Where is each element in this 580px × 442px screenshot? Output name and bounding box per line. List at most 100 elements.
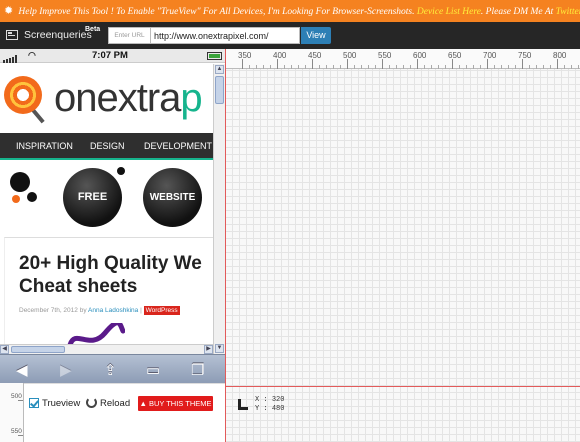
ruler-minor-tick (508, 65, 509, 69)
ruler-minor-tick (263, 65, 264, 69)
ruler-minor-tick (284, 65, 285, 69)
ios-status-bar: ◠ 7:07 PM (0, 49, 225, 63)
free-badge[interactable]: FREE (63, 168, 122, 227)
ruler-tick (487, 59, 488, 69)
reload-icon[interactable] (86, 397, 97, 408)
ruler-minor-tick (368, 65, 369, 69)
nav-item-design[interactable]: DESIGN (90, 141, 125, 151)
article-title[interactable]: 20+ High Quality We Cheat sheets (19, 252, 213, 298)
buy-theme-label: BUY THIS THEME (148, 399, 212, 408)
ruler-tick (18, 400, 23, 401)
ruler-minor-tick (473, 65, 474, 69)
article-tag[interactable]: WordPress (143, 306, 180, 315)
x-label: X (255, 396, 260, 404)
device-list-link[interactable]: Device List Here (417, 7, 481, 17)
ruler-tick (452, 59, 453, 69)
tabs-icon[interactable]: ❐ (191, 361, 204, 379)
ruler-minor-tick (256, 65, 257, 69)
ruler-minor-tick (389, 65, 390, 69)
forward-icon[interactable]: ▶ (60, 361, 72, 379)
battery-icon (207, 52, 222, 60)
horizontal-scrollbar[interactable]: ◀ ▶ (0, 344, 213, 354)
x-value: 320 (271, 396, 285, 404)
app-title: Screenqueries (24, 29, 92, 41)
bookmarks-icon[interactable]: ▭ (146, 361, 160, 379)
twitter-link[interactable]: Twitter (556, 7, 580, 17)
site-nav: INSPIRATION DESIGN DEVELOPMENT (0, 133, 213, 160)
corner-resize-icon[interactable] (238, 399, 248, 410)
scroll-down-icon[interactable]: ▼ (215, 344, 224, 353)
device-viewport[interactable]: onextrap INSPIRATION DESIGN DEVELOPMENT … (0, 64, 213, 344)
ruler-tick (277, 59, 278, 69)
view-button[interactable]: View (301, 27, 331, 44)
site-logo[interactable]: onextrap (54, 76, 203, 121)
top-ruler: 350 400 450 500 550 600 650 700 750 800 (225, 49, 580, 69)
top-ruler-label: 500 (343, 51, 357, 60)
left-ruler-label: 550 (11, 428, 22, 435)
decor-dot (10, 172, 30, 192)
trueview-checkbox[interactable] (29, 398, 39, 408)
top-ruler-label: 750 (518, 51, 532, 60)
logo-main: onextra (54, 76, 181, 120)
article-author[interactable]: Anna Ladoshkina (88, 307, 138, 314)
ruler-minor-tick (564, 65, 565, 69)
scroll-left-icon[interactable]: ◀ (0, 345, 9, 354)
ruler-minor-tick (536, 65, 537, 69)
safari-toolbar: ◀ ▶ ⇪ ▭ ❐ (0, 354, 225, 383)
banner-text: Help Improve This Tool ! To Enable "True… (18, 7, 417, 17)
ruler-minor-tick (298, 65, 299, 69)
device-frame: ◠ 7:07 PM onextrap INSPIRATION DESIGN DE… (0, 49, 225, 383)
top-ruler-label: 800 (553, 51, 567, 60)
decor-dot (12, 195, 20, 203)
nav-item-inspiration[interactable]: INSPIRATION (16, 141, 73, 151)
website-badge[interactable]: WEBSITE (143, 168, 202, 227)
ruler-minor-tick (410, 65, 411, 69)
vertical-scrollbar[interactable]: ▲ ▼ (213, 64, 225, 354)
app-logo-icon (6, 30, 18, 40)
nav-item-development[interactable]: DEVELOPMENT (144, 141, 212, 151)
ruler-tick (522, 59, 523, 69)
left-ruler-label: 500 (11, 393, 22, 400)
workspace-grid[interactable] (225, 49, 580, 442)
vertical-scroll-thumb[interactable] (215, 76, 224, 104)
article-title-line2: Cheat sheets (19, 276, 138, 297)
ruler-minor-tick (529, 65, 530, 69)
ruler-tick (382, 59, 383, 69)
promo-section: FREE WEBSITE (0, 162, 213, 234)
status-time: 7:07 PM (92, 50, 128, 61)
gear-icon: ✹ (4, 5, 14, 17)
share-icon[interactable]: ⇪ (104, 361, 117, 379)
ruler-minor-tick (333, 65, 334, 69)
decor-dot (27, 192, 37, 202)
ruler-tick (557, 59, 558, 69)
ruler-tick (312, 59, 313, 69)
scroll-right-icon[interactable]: ▶ (204, 345, 213, 354)
ruler-minor-tick (550, 65, 551, 69)
ruler-minor-tick (571, 65, 572, 69)
ruler-minor-tick (438, 65, 439, 69)
decor-dot (117, 167, 125, 175)
ruler-minor-tick (305, 65, 306, 69)
ruler-minor-tick (578, 65, 579, 69)
ruler-minor-tick (396, 65, 397, 69)
ruler-minor-tick (431, 65, 432, 69)
reload-label[interactable]: Reload (100, 398, 130, 409)
url-input[interactable] (150, 27, 300, 44)
ruler-minor-tick (543, 65, 544, 69)
site-header: onextrap (0, 64, 213, 136)
back-icon[interactable]: ◀ (16, 361, 28, 379)
ruler-minor-tick (403, 65, 404, 69)
article-date: December 7th, 2012 by (19, 307, 89, 314)
ruler-tick (347, 59, 348, 69)
article-meta: December 7th, 2012 by Anna Ladoshkina | … (19, 306, 180, 315)
ruler-tick (242, 59, 243, 69)
purple-squiggle-graphic (67, 323, 125, 344)
lollipop-logo-icon[interactable] (4, 76, 42, 114)
guide-horizontal (225, 386, 580, 387)
banner-text-suffix: . Please DM Me At (480, 7, 556, 17)
horizontal-scroll-thumb[interactable] (11, 346, 65, 353)
buy-theme-button[interactable]: ▲ BUY THIS THEME (138, 396, 213, 411)
controls-panel (0, 383, 225, 442)
trueview-label[interactable]: Trueview (42, 398, 80, 409)
scroll-up-icon[interactable]: ▲ (215, 65, 224, 74)
